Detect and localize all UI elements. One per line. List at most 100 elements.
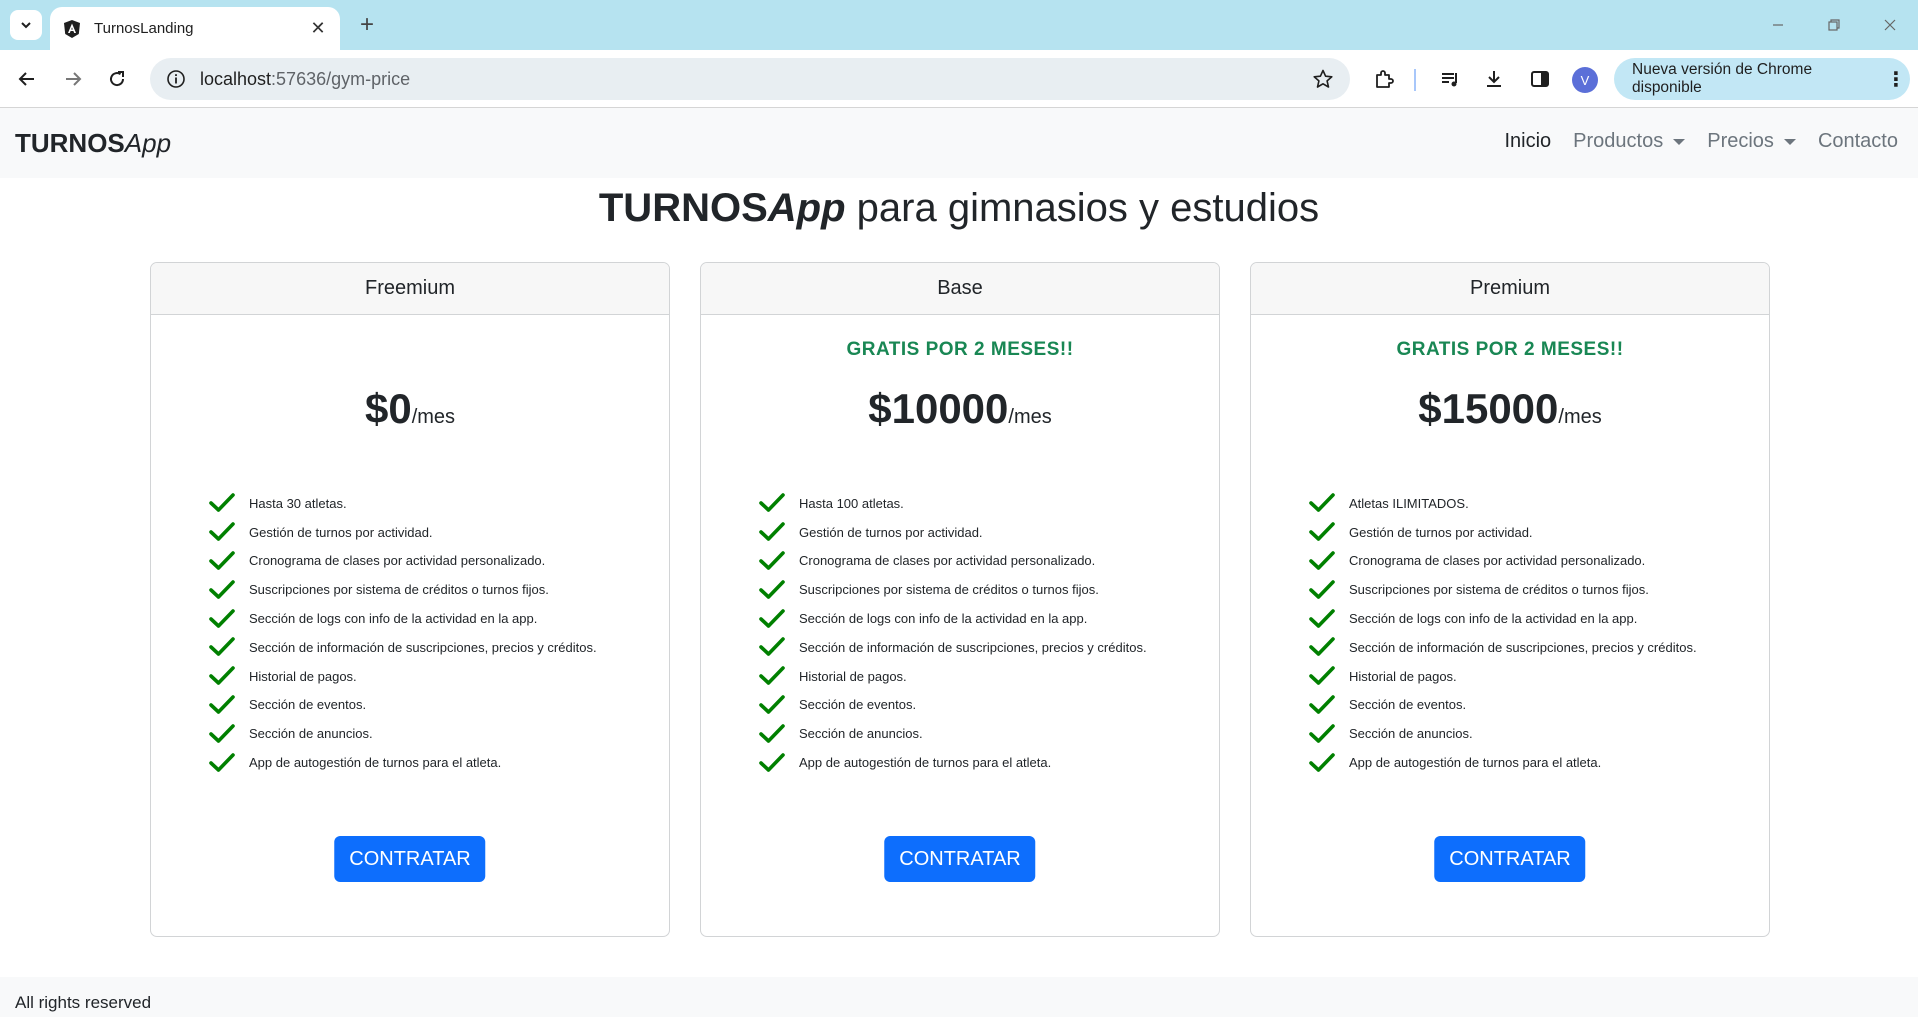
address-bar[interactable]: localhost:57636/gym-price: [150, 58, 1350, 100]
minimize-window-icon[interactable]: [1758, 10, 1798, 40]
checkmark-icon: [1309, 723, 1335, 745]
feature-text: Sección de información de suscripciones,…: [1349, 639, 1697, 655]
feature-item: Cronograma de clases por actividad perso…: [1309, 547, 1697, 576]
contratar-button[interactable]: CONTRATAR: [1434, 836, 1586, 882]
extensions-icon[interactable]: [1370, 65, 1398, 93]
checkmark-icon: [759, 550, 785, 572]
feature-text: Cronograma de clases por actividad perso…: [249, 553, 546, 569]
checkmark-icon: [759, 579, 785, 601]
plan-name: Base: [701, 263, 1219, 315]
site-info-icon[interactable]: [166, 69, 186, 89]
checkmark-icon: [209, 752, 235, 774]
feature-text: Sección de anuncios.: [1349, 726, 1473, 742]
feature-text: Sección de logs con info de la actividad…: [799, 611, 1088, 627]
checkmark-icon: [209, 723, 235, 745]
update-text: Nueva versión de Chrome disponible: [1632, 61, 1813, 96]
download-icon[interactable]: [1480, 65, 1508, 93]
more-menu-icon[interactable]: ⋮: [1886, 67, 1906, 92]
checkmark-icon: [1309, 492, 1335, 514]
side-panel-icon[interactable]: [1526, 65, 1554, 93]
tab-title: TurnosLanding: [94, 20, 194, 37]
feature-item: Cronograma de clases por actividad perso…: [209, 547, 597, 576]
checkmark-icon: [1309, 550, 1335, 572]
feature-text: Sección de anuncios.: [799, 726, 923, 742]
feature-text: Suscripciones por sistema de créditos o …: [249, 582, 549, 598]
feature-item: Sección de eventos.: [759, 691, 1147, 720]
site-navbar: TURNOSApp Inicio Productos Precios Conta…: [0, 108, 1918, 178]
chrome-update-button[interactable]: Nueva versión de Chrome disponible ⋮: [1614, 58, 1910, 100]
back-icon[interactable]: [12, 64, 42, 94]
nav-links: Inicio Productos Precios Contacto: [1504, 130, 1898, 153]
new-tab-icon[interactable]: +: [352, 10, 382, 40]
feature-text: Suscripciones por sistema de créditos o …: [1349, 582, 1649, 598]
checkmark-icon: [759, 636, 785, 658]
price-amount: $10000: [868, 385, 1009, 432]
feature-text: Sección de eventos.: [799, 697, 917, 713]
checkmark-icon: [209, 492, 235, 514]
price-amount: $0: [364, 385, 412, 432]
bookmark-star-icon[interactable]: [1312, 68, 1334, 90]
forward-icon[interactable]: [58, 64, 88, 94]
checkmark-icon: [209, 694, 235, 716]
nav-link-contacto[interactable]: Contacto: [1818, 130, 1898, 153]
checkmark-icon: [209, 665, 235, 687]
feature-list: Atletas ILIMITADOS. Gestión de turnos por…: [1309, 489, 1697, 777]
feature-item: Sección de logs con info de la actividad…: [759, 604, 1147, 633]
price-amount: $15000: [1418, 385, 1559, 432]
close-tab-icon[interactable]: ✕: [308, 18, 328, 39]
feature-item: Sección de logs con info de la actividad…: [209, 604, 597, 633]
feature-item: App de autogestión de turnos para el atl…: [209, 748, 597, 777]
profile-avatar[interactable]: V: [1572, 67, 1598, 93]
nav-link-inicio[interactable]: Inicio: [1504, 130, 1551, 153]
feature-item: Sección de anuncios.: [209, 719, 597, 748]
checkmark-icon: [759, 752, 785, 774]
checkmark-icon: [209, 521, 235, 543]
feature-text: Gestión de turnos por actividad.: [249, 524, 433, 540]
checkmark-icon: [209, 550, 235, 572]
contratar-button[interactable]: CONTRATAR: [884, 836, 1036, 882]
checkmark-icon: [209, 636, 235, 658]
feature-item: Suscripciones por sistema de créditos o …: [759, 575, 1147, 604]
media-queue-icon[interactable]: [1436, 65, 1464, 93]
feature-item: Gestión de turnos por actividad.: [759, 518, 1147, 547]
feature-text: Sección de información de suscripciones,…: [249, 639, 597, 655]
feature-item: Suscripciones por sistema de créditos o …: [1309, 575, 1697, 604]
feature-text: Sección de eventos.: [249, 697, 367, 713]
feature-item: App de autogestión de turnos para el atl…: [1309, 748, 1697, 777]
site-footer: All rights reserved: [0, 977, 1918, 1017]
caret-down-icon: [1783, 138, 1796, 145]
checkmark-icon: [209, 608, 235, 630]
contratar-button[interactable]: CONTRATAR: [334, 836, 486, 882]
brand-logo[interactable]: TURNOSApp: [15, 128, 171, 159]
tab-search-button[interactable]: [10, 10, 42, 40]
feature-text: App de autogestión de turnos para el atl…: [799, 755, 1052, 771]
feature-text: Hasta 30 atletas.: [249, 495, 347, 511]
browser-toolbar: localhost:57636/gym-price V Nueva versió…: [0, 50, 1918, 108]
feature-list: Hasta 100 atletas. Gestión de turnos por …: [759, 489, 1147, 777]
restore-window-icon[interactable]: [1814, 10, 1854, 40]
feature-item: Historial de pagos.: [759, 662, 1147, 691]
feature-item: Historial de pagos.: [209, 662, 597, 691]
url-text[interactable]: localhost:57636/gym-price: [200, 69, 1312, 90]
feature-text: App de autogestión de turnos para el atl…: [249, 755, 502, 771]
nav-dropdown-precios[interactable]: Precios: [1707, 130, 1796, 153]
feature-item: Sección de eventos.: [1309, 691, 1697, 720]
feature-text: Historial de pagos.: [799, 668, 907, 684]
feature-text: Suscripciones por sistema de créditos o …: [799, 582, 1099, 598]
pricing-card-premium: Premium GRATIS POR 2 MESES!! $15000/mes …: [1250, 262, 1770, 937]
browser-tab-active[interactable]: TurnosLanding ✕: [50, 7, 340, 50]
feature-text: Hasta 100 atletas.: [799, 495, 904, 511]
feature-item: Atletas ILIMITADOS.: [1309, 489, 1697, 518]
checkmark-icon: [1309, 665, 1335, 687]
feature-item: Sección de anuncios.: [759, 719, 1147, 748]
feature-item: Historial de pagos.: [1309, 662, 1697, 691]
price-period: /mes: [1008, 406, 1052, 428]
checkmark-icon: [209, 579, 235, 601]
plan-name: Freemium: [151, 263, 669, 315]
close-window-icon[interactable]: [1870, 10, 1910, 40]
pricing-card-freemium: Freemium $0/mes Hasta 30 atletas. Gestión…: [150, 262, 670, 937]
reload-icon[interactable]: [102, 64, 132, 94]
feature-text: Gestión de turnos por actividad.: [1349, 524, 1533, 540]
feature-item: Hasta 30 atletas.: [209, 489, 597, 518]
nav-dropdown-productos[interactable]: Productos: [1573, 130, 1686, 153]
